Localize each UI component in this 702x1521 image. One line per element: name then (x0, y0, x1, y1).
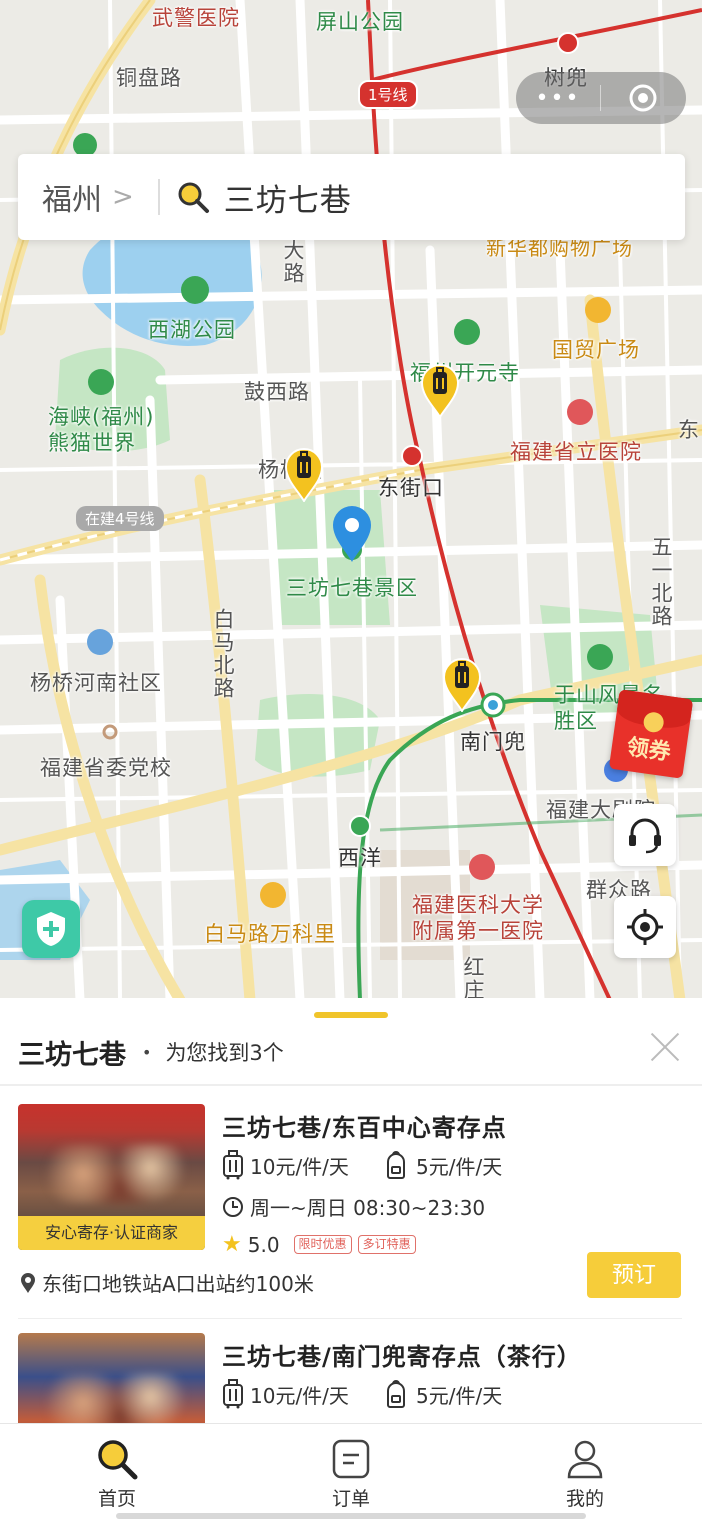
close-icon[interactable] (648, 1030, 682, 1064)
sheet-header: 三坊七巷 • 为您找到3个 (18, 1034, 284, 1071)
backpack-icon (387, 1151, 405, 1179)
map-label: 西洋 (338, 846, 382, 870)
search-divider (157, 179, 160, 215)
map-label: 福建省委党校 (40, 756, 172, 780)
storage-title: 三坊七巷/东百中心寄存点 (222, 1114, 507, 1142)
price-small: 5元/件/天 (416, 1154, 503, 1179)
tab-label: 订单 (331, 1488, 370, 1510)
map-label: 三坊七巷景区 (286, 576, 418, 600)
headset-icon (629, 818, 661, 854)
price-large-row: 10元/件/天 (222, 1379, 349, 1409)
map-label: 国贸广场 (552, 338, 640, 362)
map-label: 红庄 (461, 956, 485, 1000)
promo-badge: 多订特惠 (357, 1235, 416, 1254)
map-view[interactable]: 武警医院 屏山公园 铜盘路 树兜 1号线 新华都购物广场 北大路 西湖公园 福州… (0, 0, 702, 1000)
search-icon (98, 1440, 138, 1480)
price-large: 10元/件/天 (250, 1154, 349, 1179)
map-label: 杨桥河南社区 (30, 671, 162, 695)
map-pin-icon (21, 1272, 35, 1293)
promo-badge: 限时优惠 (293, 1235, 352, 1254)
storage-thumbnail: 安心寄存·认证商家 (18, 1104, 205, 1250)
map-label: 白马路万科里 (204, 922, 336, 946)
tab-profile[interactable]: 我的 (468, 1424, 702, 1521)
price-small-row: 5元/件/天 (384, 1150, 502, 1180)
distance-row: 东街口地铁站A口出站约100米 (20, 1268, 314, 1297)
locker-map-pin[interactable] (420, 362, 460, 418)
storage-card[interactable]: 安心寄存·认证商家 三坊七巷/东百中心寄存点 10元/件/天 5元/件/天 周一… (0, 1104, 702, 1324)
sheet-drag-handle[interactable] (314, 1012, 388, 1018)
suitcase-icon (223, 1379, 243, 1409)
clock-icon (223, 1196, 243, 1217)
map-label: 东街口 (378, 476, 444, 500)
result-count: 为您找到3个 (165, 1041, 284, 1065)
locker-map-pin[interactable] (284, 446, 324, 502)
map-label: 海峡(福州)熊猫世界 (48, 405, 155, 455)
rating-value: 5.0 (247, 1232, 280, 1257)
map-label: 武警医院 (152, 6, 240, 30)
map-label: 铜盘路 (116, 66, 182, 90)
results-sheet: 三坊七巷 • 为您找到3个 安心寄存·认证商家 三坊七巷/东百中心寄存点 10元… (0, 998, 702, 1426)
storage-thumbnail (18, 1333, 205, 1426)
map-label: 鼓西路 (244, 380, 310, 404)
map-label: 东 (678, 418, 700, 442)
tab-label: 我的 (565, 1488, 604, 1510)
tab-orders[interactable]: 订单 (234, 1424, 468, 1521)
metro-line-badge: 在建4号线 (76, 506, 164, 531)
target-icon (629, 84, 657, 112)
customer-service-button[interactable] (614, 804, 676, 866)
miniprogram-capsule: ••• (516, 72, 686, 124)
suitcase-icon (223, 1150, 243, 1180)
map-label: 五一北路 (649, 536, 673, 628)
shield-icon (37, 912, 65, 946)
rating-row: ★ 5.0 限时优惠 多订特惠 (222, 1232, 416, 1257)
user-icon (567, 1440, 603, 1479)
book-button[interactable]: 预订 (587, 1252, 681, 1298)
storage-card[interactable]: 三坊七巷/南门兜寄存点（茶行） 10元/件/天 5元/件/天 (0, 1333, 702, 1426)
certified-tag: 安心寄存·认证商家 (18, 1216, 205, 1250)
map-label: 福建省立医院 (510, 440, 642, 464)
metro-line-badge: 1号线 (358, 80, 418, 109)
price-large: 10元/件/天 (250, 1383, 349, 1408)
map-label: 白马北路 (211, 608, 235, 700)
home-indicator (116, 1513, 586, 1519)
city-selector[interactable]: 福州 > (42, 175, 134, 219)
separator-dot: • (142, 1042, 152, 1062)
search-bar: 福州 > 三坊七巷 (18, 154, 685, 240)
map-label: 西湖公园 (148, 318, 236, 342)
divider (18, 1318, 682, 1319)
distance-text: 东街口地铁站A口出站约100米 (42, 1272, 314, 1296)
storage-title: 三坊七巷/南门兜寄存点（茶行） (222, 1343, 582, 1371)
crosshair-icon (627, 909, 663, 945)
map-label: 南门兜 (460, 730, 526, 754)
divider (0, 1084, 702, 1086)
location-pin-icon (333, 506, 371, 562)
more-button[interactable]: ••• (516, 86, 600, 111)
coupon-button[interactable]: 领券 (608, 689, 694, 779)
price-large-row: 10元/件/天 (222, 1150, 349, 1180)
search-icon (178, 182, 209, 213)
safety-shield-button[interactable] (22, 900, 80, 958)
backpack-icon (387, 1380, 405, 1408)
chevron-right-icon: > (112, 182, 134, 212)
tab-label: 首页 (97, 1488, 136, 1510)
coupon-label: 领券 (625, 734, 673, 766)
city-label: 福州 (42, 183, 102, 218)
tab-bar: 首页 订单 我的 (0, 1423, 702, 1521)
price-small: 5元/件/天 (416, 1383, 503, 1408)
order-icon (332, 1439, 370, 1479)
locate-me-button[interactable] (614, 896, 676, 958)
star-icon: ★ (222, 1232, 242, 1257)
price-small-row: 5元/件/天 (384, 1379, 502, 1409)
map-label: 福建医科大学附属第一医院 (412, 893, 544, 943)
tab-home[interactable]: 首页 (0, 1424, 234, 1521)
search-input[interactable]: 三坊七巷 (224, 175, 352, 220)
map-label: 屏山公园 (316, 10, 404, 34)
opening-hours: 周一~周日 08:30~23:30 (250, 1196, 486, 1220)
hours-row: 周一~周日 08:30~23:30 (222, 1192, 485, 1221)
close-miniprogram-button[interactable] (601, 83, 685, 113)
sheet-title: 三坊七巷 (18, 1039, 126, 1071)
locker-map-pin[interactable] (442, 656, 482, 712)
